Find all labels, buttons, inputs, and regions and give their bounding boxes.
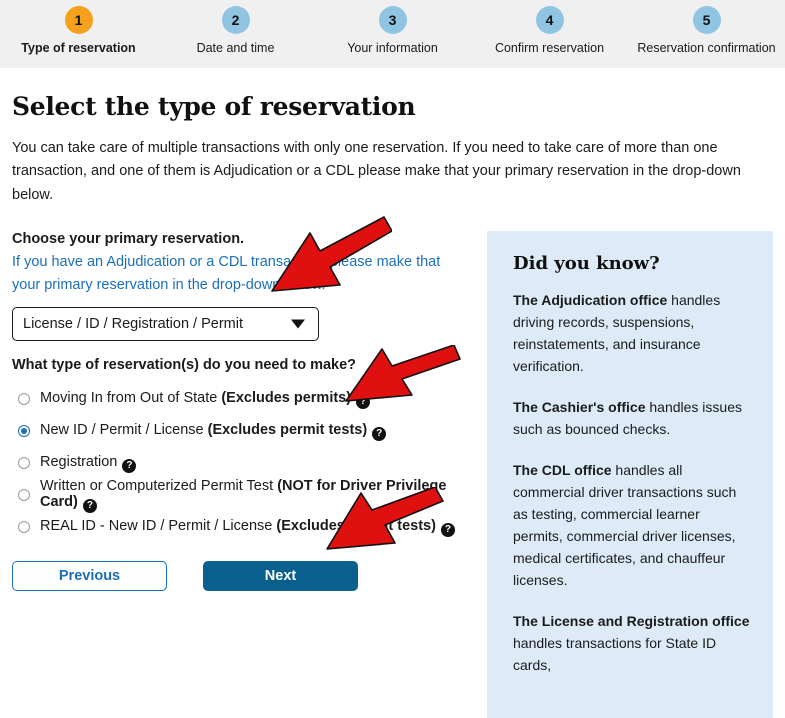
step-label-1: Type of reservation bbox=[21, 41, 136, 55]
step-number-2: 2 bbox=[221, 6, 250, 34]
radio-label-bold: (Excludes permit tests) bbox=[276, 517, 436, 534]
radio-label-bold: (Excludes permit tests) bbox=[207, 421, 368, 438]
page-intro-text: You can take care of multiple transactio… bbox=[12, 140, 741, 203]
radio-mark[interactable] bbox=[18, 457, 30, 470]
radio-label-text: Moving In from Out of State bbox=[40, 389, 222, 406]
radio-mark[interactable] bbox=[18, 393, 30, 406]
primary-reservation-select-value: License / ID / Registration / Permit bbox=[23, 316, 243, 333]
page-content: Select the type of reservation You can t… bbox=[0, 92, 785, 718]
progress-stepper: 1 Type of reservation 2 Date and time 3 … bbox=[0, 0, 785, 68]
step-label-4: Confirm reservation bbox=[494, 41, 605, 55]
radio-option-moving-in-from-out-of-state[interactable]: Moving In from Out of State (Excludes pe… bbox=[12, 383, 474, 415]
chevron-down-icon bbox=[291, 319, 305, 329]
radio-label-text: Written or Computerized Permit Test bbox=[40, 477, 278, 494]
reservation-form: Choose your primary reservation. If you … bbox=[12, 231, 474, 592]
primary-reservation-help-text: If you have an Adjudication or a CDL tra… bbox=[12, 254, 441, 293]
step-number-3: 3 bbox=[378, 6, 407, 34]
radio-label: Moving In from Out of State (Excludes pe… bbox=[40, 389, 371, 409]
radio-label: Registration? bbox=[40, 453, 137, 473]
step-number-5: 5 bbox=[692, 6, 721, 34]
step-label-2: Date and time bbox=[196, 41, 275, 55]
radio-mark[interactable] bbox=[18, 521, 30, 534]
step-label-5: Reservation confirmation bbox=[637, 41, 776, 55]
radio-label-text: Registration bbox=[40, 453, 118, 470]
help-icon[interactable]: ? bbox=[82, 498, 97, 513]
previous-button[interactable]: Previous bbox=[12, 561, 167, 592]
help-icon[interactable]: ? bbox=[356, 394, 371, 409]
step-label-3: Your information bbox=[347, 41, 438, 55]
did-you-know-title: Did you know? bbox=[513, 253, 660, 275]
radio-label-text: New ID / Permit / License bbox=[40, 421, 208, 438]
radio-option-real-id-new-id-permit-license[interactable]: REAL ID - New ID / Permit / License (Exc… bbox=[12, 511, 474, 543]
reservation-type-question: What type of reservation(s) do you need … bbox=[12, 357, 357, 374]
primary-reservation-select[interactable]: License / ID / Registration / Permit bbox=[12, 307, 319, 342]
form-actions: Previous Next bbox=[12, 561, 474, 592]
stepper-step-1[interactable]: 1 Type of reservation bbox=[0, 0, 157, 55]
stepper-step-3[interactable]: 3 Your information bbox=[314, 0, 471, 55]
paragraph-lead: The Cashier's office bbox=[513, 399, 646, 416]
paragraph-lead: The Adjudication office bbox=[513, 292, 668, 309]
did-you-know-paragraph: The License and Registration office hand… bbox=[513, 611, 751, 677]
did-you-know-panel: Did you know? The Adjudication office ha… bbox=[487, 231, 773, 718]
radio-label: REAL ID - New ID / Permit / License (Exc… bbox=[40, 518, 455, 537]
radio-option-new-id-permit-license[interactable]: New ID / Permit / License (Excludes perm… bbox=[12, 415, 474, 447]
radio-option-written-or-computerized-permit-test[interactable]: Written or Computerized Permit Test (NOT… bbox=[12, 478, 474, 513]
paragraph-rest: handles transactions for State ID cards, bbox=[513, 635, 717, 674]
primary-reservation-label: Choose your primary reservation. bbox=[12, 231, 245, 248]
did-you-know-paragraph: The CDL office handles all commercial dr… bbox=[513, 460, 751, 592]
radio-label: New ID / Permit / License (Excludes perm… bbox=[40, 421, 387, 441]
stepper-step-5[interactable]: 5 Reservation confirmation bbox=[628, 0, 785, 55]
radio-mark[interactable] bbox=[18, 489, 30, 502]
help-icon[interactable]: ? bbox=[440, 522, 455, 537]
step-number-4: 4 bbox=[535, 6, 564, 34]
next-button[interactable]: Next bbox=[203, 561, 358, 592]
radio-label: Written or Computerized Permit Test (NOT… bbox=[40, 478, 474, 513]
paragraph-lead: The License and Registration office bbox=[513, 613, 750, 630]
page-title: Select the type of reservation bbox=[12, 92, 416, 121]
paragraph-rest: handles all commercial driver transactio… bbox=[513, 462, 737, 589]
radio-label-text: REAL ID - New ID / Permit / License bbox=[40, 517, 277, 534]
radio-option-registration[interactable]: Registration? bbox=[12, 447, 474, 479]
step-number-1: 1 bbox=[64, 6, 93, 34]
did-you-know-paragraph: The Adjudication office handles driving … bbox=[513, 290, 751, 378]
help-icon[interactable]: ? bbox=[122, 458, 137, 473]
stepper-step-2[interactable]: 2 Date and time bbox=[157, 0, 314, 55]
radio-mark[interactable] bbox=[18, 425, 30, 438]
did-you-know-paragraph: The Cashier's office handles issues such… bbox=[513, 397, 751, 441]
radio-label-bold: (Excludes permits) bbox=[221, 389, 352, 406]
reservation-type-radio-group: Moving In from Out of State (Excludes pe… bbox=[12, 383, 474, 543]
stepper-step-4[interactable]: 4 Confirm reservation bbox=[471, 0, 628, 55]
paragraph-lead: The CDL office bbox=[513, 462, 612, 479]
content-columns: Choose your primary reservation. If you … bbox=[12, 231, 773, 718]
help-icon[interactable]: ? bbox=[372, 426, 387, 441]
